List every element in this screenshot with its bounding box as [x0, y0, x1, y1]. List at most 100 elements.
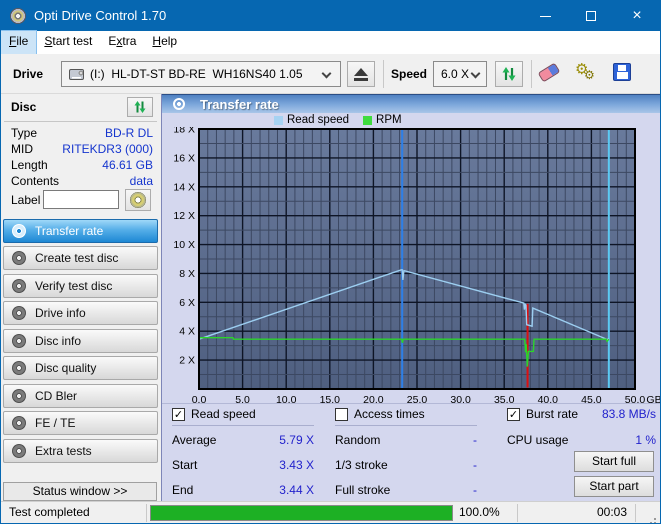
floppy-disk-icon	[613, 63, 631, 81]
disc-icon	[12, 416, 26, 430]
gear-icon: ⚙	[584, 68, 595, 82]
disc-group-title: Disc	[11, 100, 36, 114]
sidebar-item-disc-info[interactable]: Disc info	[3, 329, 158, 353]
minimize-icon	[540, 16, 551, 17]
toolbar-separator	[531, 60, 532, 88]
status-window-button[interactable]: Status window >>	[3, 482, 157, 501]
end-speed-value: 3.44 X	[279, 483, 314, 497]
svg-text:30.0: 30.0	[450, 394, 471, 406]
erase-disc-button[interactable]	[539, 67, 559, 78]
sidebar-item-label: Verify test disc	[35, 279, 112, 293]
statusbar: Test completed 100.0% 00:03	[1, 501, 660, 524]
disc-info-value: BD-R DL	[105, 126, 153, 140]
disc-info-row: Contents data	[11, 174, 153, 188]
svg-text:0.0: 0.0	[192, 394, 207, 406]
sidebar-item-disc-quality[interactable]: Disc quality	[3, 356, 158, 380]
refresh-arrows-icon	[501, 66, 517, 82]
progress-bar-fill	[151, 506, 452, 520]
disc-info-row: Type BD-R DL	[11, 126, 153, 140]
disc-icon	[12, 444, 26, 458]
sidebar-item-label: Disc quality	[35, 361, 96, 375]
svg-text:12 X: 12 X	[173, 210, 195, 222]
sidebar-item-drive-info[interactable]: Drive info	[3, 301, 158, 325]
burst-rate-checkbox-label: Burst rate	[526, 407, 578, 421]
label-input[interactable]	[43, 190, 119, 209]
status-text: Test completed	[9, 502, 90, 523]
svg-text:45.0: 45.0	[581, 394, 602, 406]
access-times-checkbox[interactable]	[335, 408, 348, 421]
close-button[interactable]: ×	[614, 1, 660, 31]
divider	[162, 403, 661, 404]
speed-combobox[interactable]: 6.0 X	[433, 61, 487, 87]
result-label: End	[172, 483, 193, 497]
toolbar: Drive (I:) HL-DT-ST BD-RE WH16NS40 1.05 …	[1, 54, 660, 94]
sidebar-item-fe-te[interactable]: FE / TE	[3, 411, 158, 435]
write-label-button[interactable]	[125, 189, 151, 211]
titlebar: Opti Drive Control 1.70 ×	[1, 1, 660, 31]
svg-text:18 X: 18 X	[173, 127, 195, 136]
average-speed-value: 5.79 X	[279, 433, 314, 447]
minimize-button[interactable]	[522, 1, 568, 31]
svg-text:10.0: 10.0	[276, 394, 297, 406]
refresh-arrows-icon	[133, 100, 147, 114]
sidebar-item-label: Drive info	[35, 306, 86, 320]
svg-text:5.0: 5.0	[235, 394, 250, 406]
menu-item-help[interactable]: Help	[144, 31, 185, 54]
disc-info-label: Type	[11, 126, 37, 140]
disc-icon	[12, 279, 26, 293]
maximize-button[interactable]	[568, 1, 614, 31]
disc-icon	[173, 98, 185, 110]
sidebar-item-verify-test-disc[interactable]: Verify test disc	[3, 274, 158, 298]
disc-icon	[12, 224, 26, 238]
start-full-button[interactable]: Start full	[574, 451, 654, 472]
svg-text:14 X: 14 X	[173, 181, 195, 193]
window-title: Opti Drive Control 1.70	[34, 1, 166, 31]
cpu-usage-row: CPU usage 1 %	[507, 433, 656, 447]
resize-grip[interactable]	[654, 518, 656, 520]
save-button[interactable]	[613, 63, 631, 81]
main-panel: Transfer rate Read speed RPM 2 X4 X6 X8 …	[161, 94, 661, 501]
sidebar-item-cd-bler[interactable]: CD Bler	[3, 384, 158, 408]
burst-rate-header: ✓ Burst rate	[507, 407, 578, 421]
statusbar-separator	[146, 504, 147, 522]
app-window: Opti Drive Control 1.70 × FileStart test…	[0, 0, 661, 524]
sidebar-item-label: Disc info	[35, 334, 81, 348]
menu-item-extra[interactable]: Extra	[100, 31, 144, 54]
result-row: Average 5.79 X	[172, 433, 314, 447]
refresh-disc-button[interactable]	[127, 97, 153, 117]
disc-icon	[12, 334, 26, 348]
sidebar-item-transfer-rate[interactable]: Transfer rate	[3, 219, 158, 243]
result-row: Random -	[335, 433, 477, 447]
maximize-icon	[586, 11, 596, 21]
svg-text:25.0: 25.0	[407, 394, 428, 406]
toolbar-separator	[383, 60, 384, 88]
progress-percent: 100.0%	[459, 502, 500, 523]
result-label: Random	[335, 433, 380, 447]
disc-info-label: Contents	[11, 174, 59, 188]
settings-button[interactable]: ⚙ ⚙	[575, 62, 599, 86]
sidebar-item-create-test-disc[interactable]: Create test disc	[3, 246, 158, 270]
result-label: Full stroke	[335, 483, 390, 497]
svg-text:2 X: 2 X	[179, 355, 195, 367]
menu-item-start-test[interactable]: Start test	[36, 31, 100, 54]
panel-title: Transfer rate	[200, 95, 279, 114]
disc-icon	[12, 251, 26, 265]
result-row: Full stroke -	[335, 483, 477, 497]
chevron-down-icon	[322, 69, 332, 79]
close-icon: ×	[632, 8, 641, 24]
eject-icon	[354, 68, 368, 81]
menu-item-file[interactable]: File	[1, 31, 36, 54]
refresh-speeds-button[interactable]	[495, 61, 523, 87]
read-speed-checkbox-label: Read speed	[191, 407, 256, 421]
burst-rate-checkbox[interactable]: ✓	[507, 408, 520, 421]
drive-combobox[interactable]: (I:) HL-DT-ST BD-RE WH16NS40 1.05	[61, 61, 341, 87]
eject-button[interactable]	[347, 61, 375, 87]
read-speed-checkbox[interactable]: ✓	[172, 408, 185, 421]
full-stroke-value: -	[473, 483, 477, 497]
disc-info-label: Length	[11, 158, 48, 172]
sidebar-item-extra-tests[interactable]: Extra tests	[3, 439, 158, 463]
start-part-button[interactable]: Start part	[574, 476, 654, 497]
legend-label: Read speed	[287, 114, 349, 126]
burst-rate-value: 83.8 MB/s	[602, 407, 656, 421]
elapsed-time: 00:03	[597, 502, 627, 523]
